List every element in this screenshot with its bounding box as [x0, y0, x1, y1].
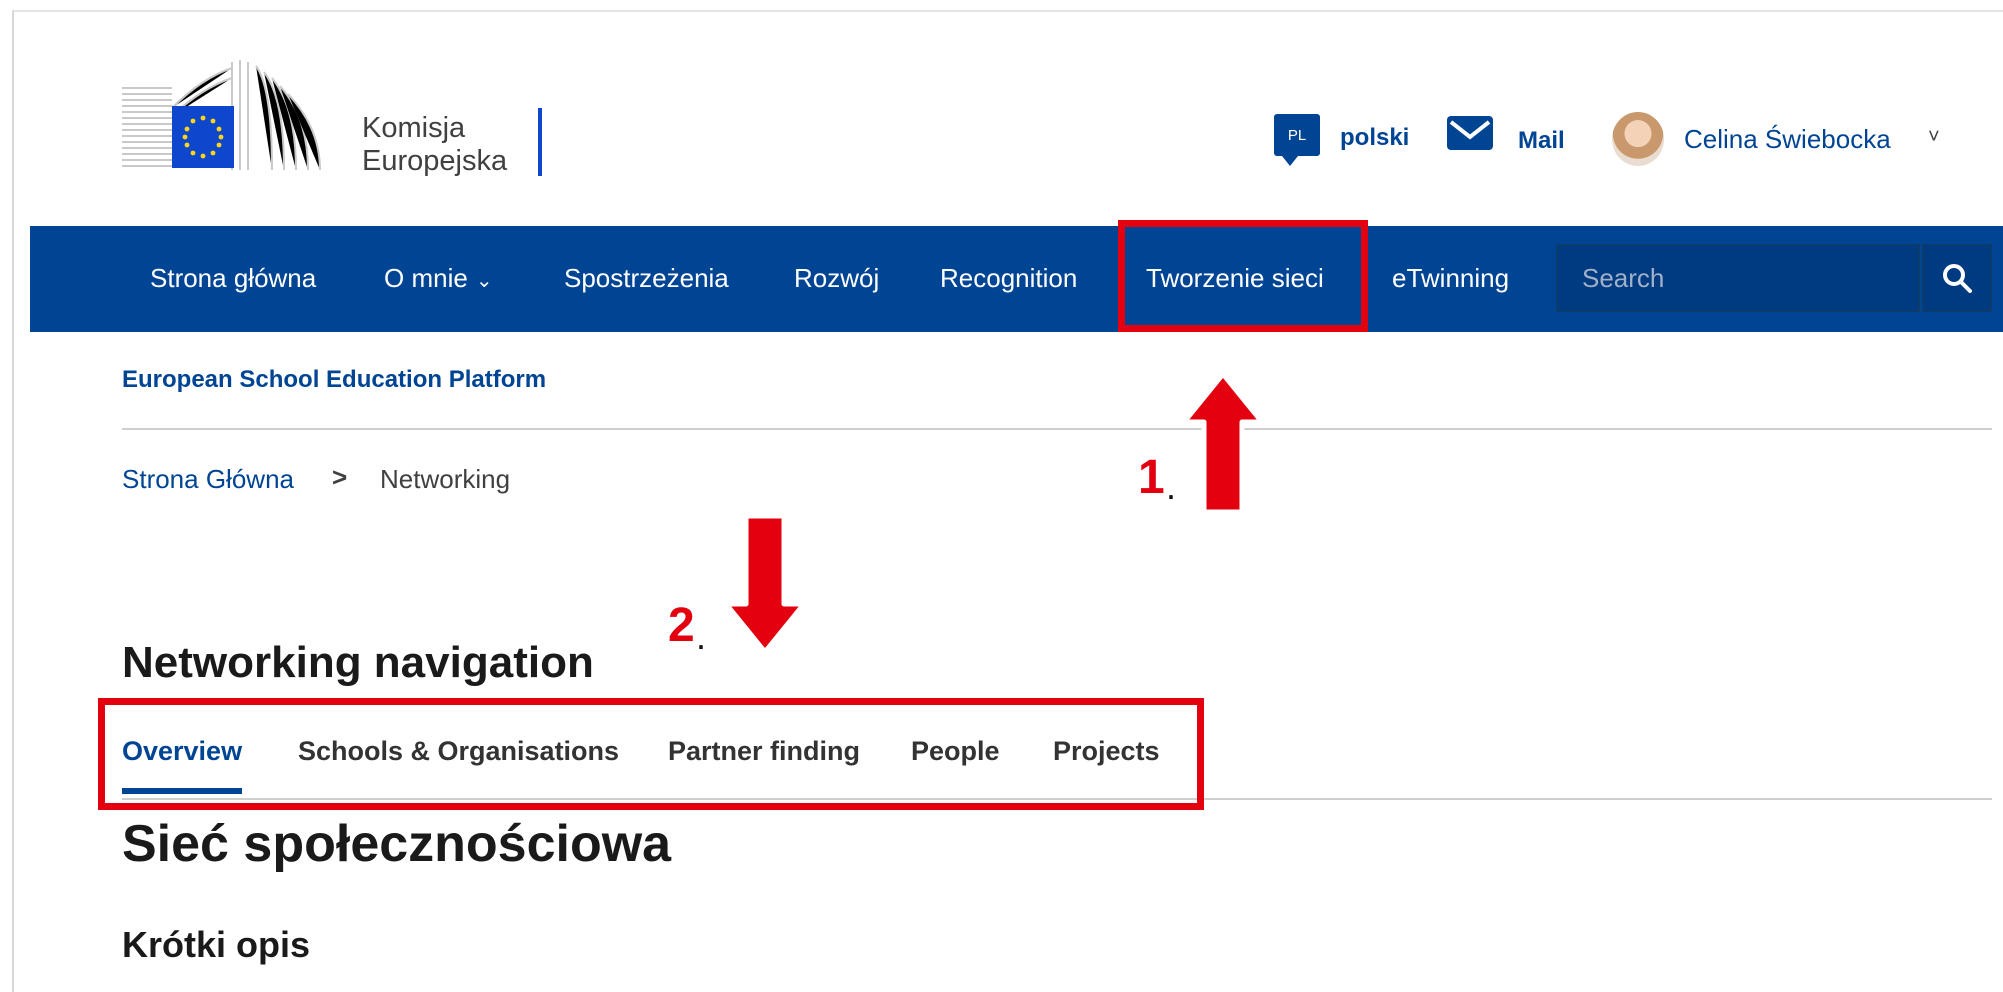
nav-item-home[interactable]: Strona główna [150, 263, 316, 294]
nav-item-insights[interactable]: Spostrzeżenia [564, 263, 729, 294]
page-title: Sieć społecznościowa [122, 815, 672, 873]
logo-line-2: Europejska [362, 145, 508, 177]
language-selector[interactable]: polski [1340, 124, 1409, 152]
annotation-dot-1: . [1166, 466, 1177, 507]
speech-bubble-icon[interactable]: PL [1274, 114, 1320, 166]
arrow-up-icon [1181, 371, 1265, 515]
chevron-down-icon: ⌄ [475, 270, 493, 292]
nav-item-etwinning[interactable]: eTwinning [1392, 263, 1509, 294]
divider [122, 428, 1992, 430]
language-code: PL [1287, 126, 1307, 144]
nav-item-recognition[interactable]: Recognition [940, 263, 1077, 294]
arrow-down-icon [723, 513, 807, 655]
nav-item-about-me[interactable]: O mnie ⌄ [384, 263, 493, 294]
logo-text: Komisja Europejska [362, 112, 507, 178]
logo-line-1: Komisja [362, 112, 466, 144]
highlight-box-tabs [98, 698, 1204, 810]
mail-link[interactable]: Mail [1518, 127, 1565, 155]
chevron-down-icon[interactable]: ˅ [1928, 126, 1940, 149]
avatar[interactable] [1612, 112, 1664, 166]
annotation-number-1: 1 [1138, 451, 1165, 504]
chevron-right-icon: > [332, 462, 348, 492]
annotation-number-2: 2 [668, 599, 695, 652]
platform-name[interactable]: European School Education Platform [122, 366, 546, 394]
nav-item-development[interactable]: Rozwój [794, 263, 879, 294]
section-heading: Networking navigation [122, 638, 594, 687]
search-input[interactable]: Search [1582, 263, 1664, 294]
ec-logo[interactable] [122, 58, 352, 178]
envelope-icon[interactable] [1447, 116, 1493, 150]
breadcrumb-current: Networking [380, 464, 511, 494]
search-icon [1943, 264, 1972, 293]
user-name[interactable]: Celina Świebocka [1684, 124, 1891, 155]
breadcrumb-home[interactable]: Strona Główna [122, 464, 294, 495]
highlight-box-networking [1118, 220, 1368, 332]
nav-item-label: O mnie [384, 263, 468, 293]
search-button[interactable] [1922, 244, 1992, 312]
eu-flag-logo [122, 60, 321, 171]
subheading: Krótki opis [122, 924, 311, 965]
annotation-dot-2: . [696, 616, 707, 657]
logo-divider [538, 108, 542, 176]
